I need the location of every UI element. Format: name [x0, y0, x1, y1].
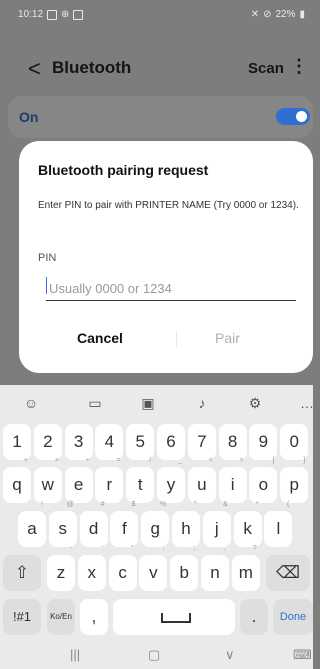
- pin-input[interactable]: [46, 276, 296, 301]
- key-o[interactable]: o[: [249, 457, 278, 503]
- mic-icon[interactable]: ♪: [180, 387, 224, 419]
- toggle-knob: [296, 111, 307, 122]
- scan-button[interactable]: Scan: [248, 60, 284, 77]
- mute-icon: ✕: [250, 9, 260, 20]
- back-icon[interactable]: <: [28, 56, 41, 82]
- pairing-dialog: Bluetooth pairing request Enter PIN to p…: [19, 141, 313, 373]
- key-j[interactable]: j &: [202, 501, 231, 547]
- key-m[interactable]: m?: [231, 545, 260, 591]
- page-title: Bluetooth: [52, 58, 132, 77]
- image-notification-icon: [47, 9, 58, 20]
- keyboard-icon[interactable]: ⌨: [293, 647, 312, 663]
- key-l[interactable]: l(: [264, 501, 293, 547]
- done-key[interactable]: Done: [273, 599, 313, 635]
- key-u[interactable]: u <: [187, 457, 216, 503]
- more-icon[interactable]: …: [285, 387, 320, 419]
- battery-percent: 22%: [275, 9, 296, 20]
- clipboard-icon[interactable]: ▭: [73, 387, 117, 419]
- key-r[interactable]: r =: [95, 457, 124, 503]
- key-s[interactable]: s @: [48, 501, 77, 547]
- dialog-title: Bluetooth pairing request: [38, 162, 209, 178]
- key-c[interactable]: c ": [108, 545, 137, 591]
- dnd-icon: ⊘: [263, 9, 272, 20]
- bluetooth-toggle-row[interactable]: On: [8, 96, 313, 138]
- key-p[interactable]: p]: [280, 457, 309, 503]
- settings-notification-icon: ⊕: [61, 9, 70, 20]
- key-x[interactable]: x ': [77, 545, 106, 591]
- key-a[interactable]: a!: [18, 501, 46, 547]
- more-options-icon[interactable]: ⋮: [290, 56, 308, 77]
- space-icon: [161, 613, 191, 623]
- key-f[interactable]: f $: [110, 501, 139, 547]
- key-d[interactable]: d #: [79, 501, 108, 547]
- check-notification-icon: [73, 9, 84, 20]
- bluetooth-state-label: On: [19, 109, 39, 125]
- symbols-key[interactable]: !#1: [3, 599, 41, 635]
- settings-icon[interactable]: ⚙: [233, 387, 277, 419]
- pin-label: PIN: [38, 252, 57, 264]
- key-v[interactable]: v:: [139, 545, 168, 591]
- key-h[interactable]: h ^: [172, 501, 200, 547]
- emoji-icon[interactable]: ☺: [9, 387, 53, 419]
- text-caret: [46, 277, 47, 294]
- period-key[interactable]: .: [240, 599, 268, 635]
- keyboard: ☺ ▭ ▣ ♪ ⚙… 1 2 3 4 5 6 7 8 9 0 q + w × e ÷ r = t / y _ u < i > o[p] a! s…: [0, 385, 314, 669]
- sticker-icon[interactable]: ▣: [126, 387, 170, 419]
- bluetooth-toggle[interactable]: [276, 108, 310, 125]
- back-icon[interactable]: ∨: [225, 647, 235, 663]
- key-q[interactable]: q +: [3, 457, 31, 503]
- key-b[interactable]: b;: [170, 545, 199, 591]
- shift-key[interactable]: ⇧: [3, 555, 41, 591]
- key-g[interactable]: g%: [141, 501, 170, 547]
- home-icon[interactable]: ▢: [148, 647, 160, 663]
- key-k[interactable]: k *: [233, 501, 262, 547]
- key-z[interactable]: z-: [47, 545, 75, 591]
- key-t[interactable]: t /: [126, 457, 155, 503]
- key-y[interactable]: y _: [157, 457, 185, 503]
- comma-key[interactable]: ,: [80, 599, 108, 635]
- dialog-message: Enter PIN to pair with PRINTER NAME (Try…: [38, 200, 299, 211]
- key-n[interactable]: n,: [201, 545, 229, 591]
- backspace-key[interactable]: ⌫: [266, 555, 310, 591]
- app-bar: < Bluetooth Scan ⋮: [0, 48, 313, 92]
- space-key[interactable]: [113, 599, 235, 635]
- key-w[interactable]: w ×: [33, 457, 62, 503]
- status-bar: 10:12 ⊕ ✕ ⊘ 22% ▮: [0, 0, 313, 32]
- key-e[interactable]: e ÷: [64, 457, 93, 503]
- key-i[interactable]: i >: [218, 457, 247, 503]
- recents-icon[interactable]: |||: [70, 647, 80, 662]
- button-divider: [176, 331, 177, 347]
- language-key[interactable]: Ko/En: [47, 599, 75, 635]
- pair-button[interactable]: Pair: [215, 330, 295, 346]
- battery-icon: ▮: [299, 9, 305, 20]
- status-time: 10:12: [18, 9, 44, 20]
- cancel-button[interactable]: Cancel: [77, 330, 177, 346]
